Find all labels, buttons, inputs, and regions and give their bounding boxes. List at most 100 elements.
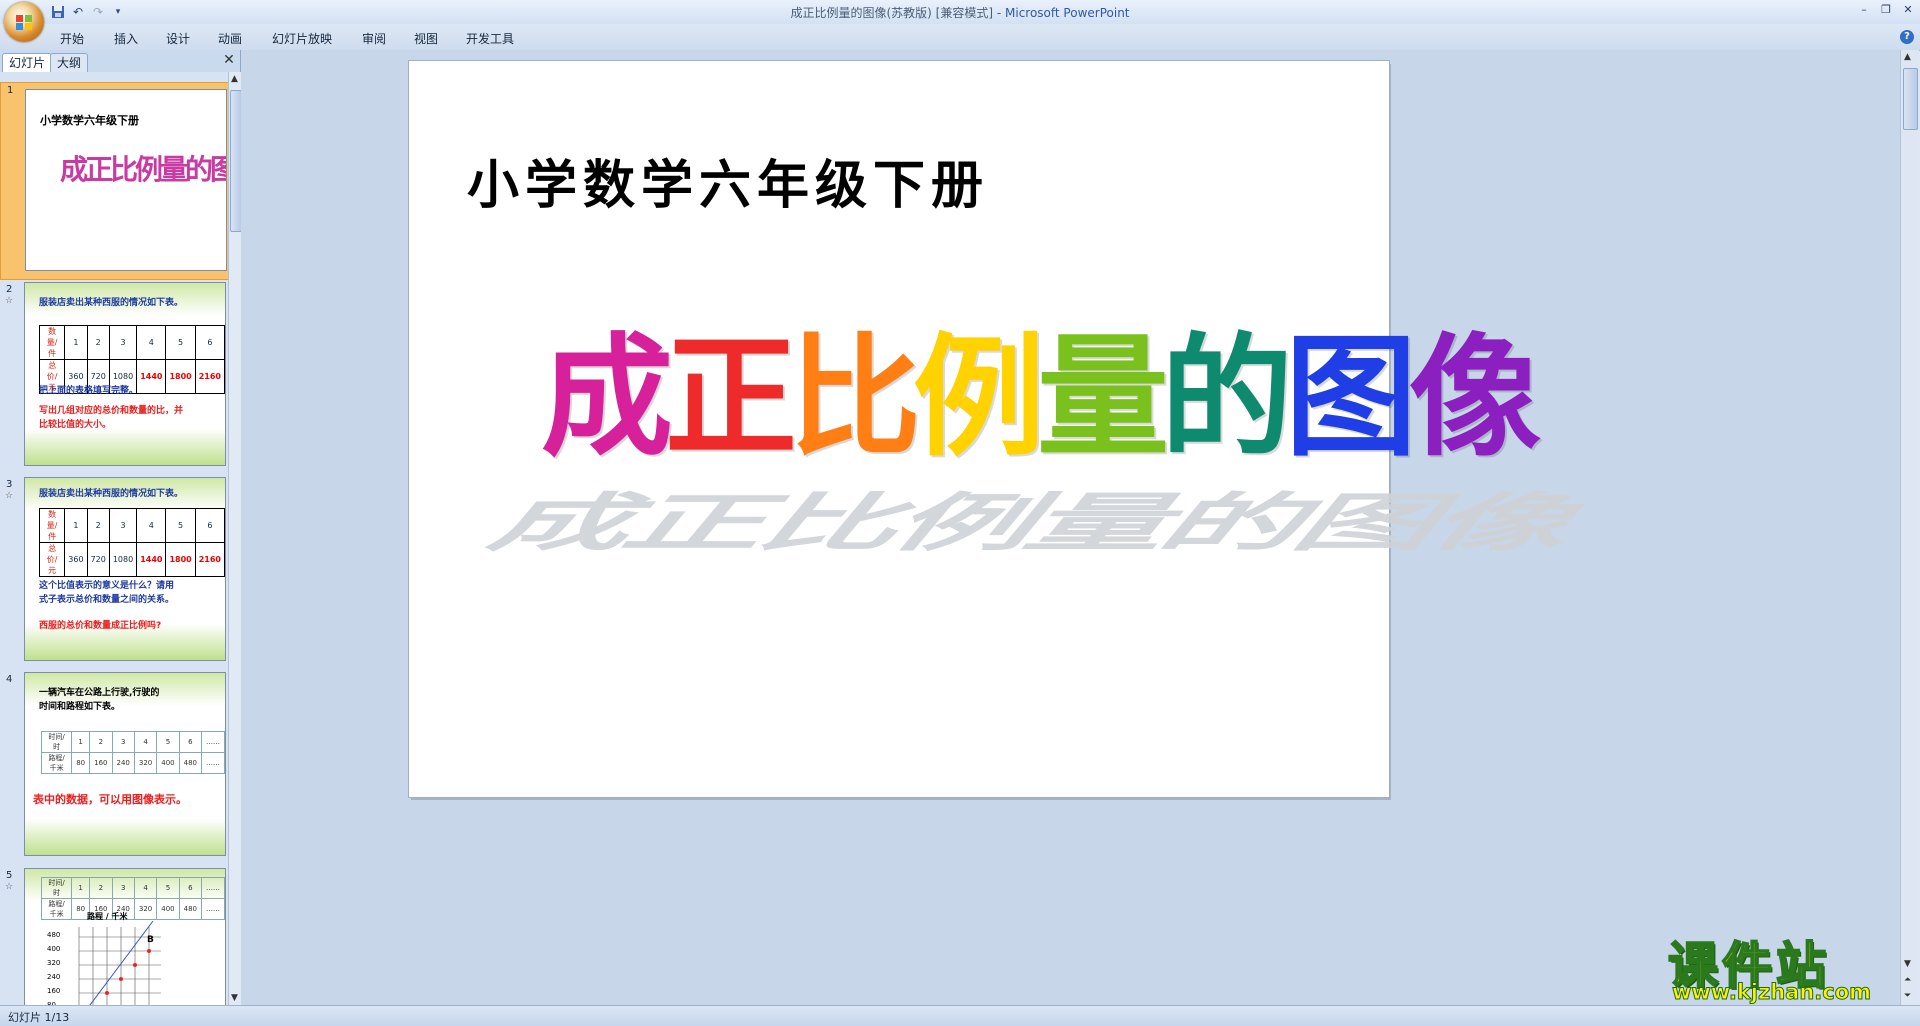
window-controls: – ❐ ✕ xyxy=(1856,2,1916,18)
pane-tabs: 幻灯片 大纲 ✕ xyxy=(0,50,240,72)
thumbnail-number: 1 xyxy=(7,85,14,96)
ribbon-tabs: 开始 插入 设计 动画 幻灯片放映 审阅 视图 开发工具 xyxy=(0,24,1920,51)
thumbnail-row-5[interactable]: 5 ☆ 时间/时 1 2 3 4 5 6 …… 路程/千米 80 160 240… xyxy=(0,868,228,1005)
table-cell: 2 xyxy=(86,508,110,543)
close-icon[interactable]: ✕ xyxy=(1900,2,1916,18)
thumb-subtitle: 小学数学六年级下册 xyxy=(40,114,139,127)
table-cell: 1080 xyxy=(108,542,138,577)
watermark-url: www.kjzhan.com xyxy=(1671,980,1872,1005)
thumbnail-slide-4[interactable]: 一辆汽车在公路上行驶,行驶的 时间和路程如下表。 时间/时 1 2 3 4 5 … xyxy=(24,672,226,856)
thumbnail-scrollbar[interactable]: ▲ ▼ xyxy=(228,72,242,1005)
thumb-text: 式子表示总价和数量之间的关系。 xyxy=(39,595,175,605)
tab-design[interactable]: 设计 xyxy=(166,30,190,47)
table-cell: 2160 xyxy=(194,359,225,394)
table-cell: 1800 xyxy=(165,359,196,394)
tab-home[interactable]: 开始 xyxy=(60,30,84,47)
table-cell: 5 xyxy=(156,877,180,899)
table-cell: 1440 xyxy=(136,542,167,577)
scroll-up-icon[interactable]: ▲ xyxy=(1904,52,1911,62)
thumb-text: 一辆汽车在公路上行驶,行驶的 xyxy=(39,688,160,698)
table-cell: 数量/件 xyxy=(38,325,66,360)
y-tick: 320 xyxy=(47,959,61,967)
table-cell: 1440 xyxy=(136,359,167,394)
watermark-logo: 课件站 www.kjzhan.com xyxy=(1667,926,1900,1005)
table-cell: 1800 xyxy=(165,542,196,577)
tab-slides[interactable]: 幻灯片 xyxy=(2,53,53,72)
slides-pane: 幻灯片 大纲 ✕ 1 小学数学六年级下册 成正比例量的图像 2 ☆ 服装店卖出某… xyxy=(0,50,242,1005)
table-cell: 5 xyxy=(165,325,196,360)
close-pane-icon[interactable]: ✕ xyxy=(222,53,236,67)
restore-icon[interactable]: ❐ xyxy=(1878,2,1894,18)
office-button[interactable] xyxy=(4,2,44,42)
scroll-down-icon[interactable]: ▼ xyxy=(231,993,238,1003)
animation-star-icon: ☆ xyxy=(5,491,14,501)
title-char: 的 xyxy=(1161,320,1293,475)
thumbnail-row-4[interactable]: 4 一辆汽车在公路上行驶,行驶的 时间和路程如下表。 时间/时 1 2 3 4 … xyxy=(0,672,228,862)
table-cell: 数量/件 xyxy=(38,508,66,543)
next-slide-icon[interactable]: ⏷ xyxy=(1904,991,1911,1001)
scroll-thumb[interactable] xyxy=(1903,68,1918,130)
thumbnail-row-1[interactable]: 1 小学数学六年级下册 成正比例量的图像 xyxy=(0,82,228,280)
table-cell: 6 xyxy=(194,508,225,543)
wordart-shadow: 成正比例量的图像 xyxy=(471,486,1606,560)
table-cell: 时间/时 xyxy=(40,877,73,899)
tab-animation[interactable]: 动画 xyxy=(218,30,242,47)
table-cell: 5 xyxy=(165,508,196,543)
slide-counter: 幻灯片 1/13 xyxy=(8,1011,70,1024)
table-cell: 3 xyxy=(108,325,138,360)
table-cell: …… xyxy=(201,731,225,753)
tab-review[interactable]: 审阅 xyxy=(362,30,386,47)
window-title: 成正比例量的图像(苏教版) [兼容模式] - Microsoft PowerPo… xyxy=(790,6,1130,20)
slide-title-wordart[interactable]: 成正比例量的图像 成正比例量的图像 xyxy=(461,291,1606,560)
title-char: 像 xyxy=(1409,320,1541,475)
tab-view[interactable]: 视图 xyxy=(414,30,438,47)
previous-slide-icon[interactable]: ⏶ xyxy=(1904,975,1911,985)
thumb-text: 时间和路程如下表。 xyxy=(39,702,121,712)
thumbnail-number: 4 xyxy=(6,674,13,685)
tab-developer[interactable]: 开发工具 xyxy=(466,30,514,47)
table-cell: 240 xyxy=(111,752,135,774)
tab-insert[interactable]: 插入 xyxy=(114,30,138,47)
tab-slideshow[interactable]: 幻灯片放映 xyxy=(272,30,332,47)
title-char: 例 xyxy=(913,320,1045,475)
thumbnail-number: 5 xyxy=(6,870,13,881)
thumbnail-row-2[interactable]: 2 ☆ 服装店卖出某种西服的情况如下表。 数量/件 1 2 3 4 5 6 总价… xyxy=(0,282,228,472)
y-tick: 400 xyxy=(47,945,61,953)
scroll-up-icon[interactable]: ▲ xyxy=(231,74,238,84)
table-cell: 4 xyxy=(136,508,167,543)
scroll-down-icon[interactable]: ▼ xyxy=(1904,959,1911,969)
table-cell: …… xyxy=(201,752,225,774)
tab-outline[interactable]: 大纲 xyxy=(50,53,89,72)
table-cell: 480 xyxy=(178,898,203,920)
current-slide[interactable]: 小学数学六年级下册 成正比例量的图像 成正比例量的图像 xyxy=(408,60,1606,798)
table-cell: 6 xyxy=(178,877,203,899)
table-cell: 360 xyxy=(64,542,88,577)
thumb-table: 数量/件 1 2 3 4 5 6 总价/元 360 720 1080 1440 xyxy=(38,508,225,577)
thumbnail-slide-5[interactable]: 时间/时 1 2 3 4 5 6 …… 路程/千米 80 160 240 320… xyxy=(24,868,226,1005)
y-tick: 240 xyxy=(47,973,61,981)
table-cell: 2160 xyxy=(194,542,225,577)
thumb-text: 比较比值的大小。 xyxy=(39,420,112,430)
thumbnail-slide-3[interactable]: 服装店卖出某种西服的情况如下表。 数量/件 1 2 3 4 5 6 总价/元 3… xyxy=(24,477,226,661)
thumbnail-slide-2[interactable]: 服装店卖出某种西服的情况如下表。 数量/件 1 2 3 4 5 6 总价/元 3… xyxy=(24,282,226,466)
thumb-text: 这个比值表示的意义是什么？请用 xyxy=(39,581,175,591)
table-cell: 320 xyxy=(133,752,158,774)
table-cell: …… xyxy=(201,877,225,899)
editor-scrollbar[interactable]: ▲ ▼ ⏶ ⏷ xyxy=(1900,50,1919,1005)
table-cell: 400 xyxy=(156,898,180,920)
thumbnail-slide-1[interactable]: 小学数学六年级下册 成正比例量的图像 xyxy=(25,89,227,271)
table-cell: 80 xyxy=(71,752,91,774)
table-cell: 总价/元 xyxy=(38,542,66,577)
table-cell: 2 xyxy=(89,731,113,753)
minimize-icon[interactable]: – xyxy=(1856,2,1872,18)
point-b-label: B xyxy=(147,935,154,945)
thumbnail-number: 3 xyxy=(6,479,13,490)
help-icon[interactable]: ? xyxy=(1900,30,1914,44)
thumb-table: 时间/时 1 2 3 4 5 6 …… 路程/千米 80 160 240 320… xyxy=(40,731,225,774)
thumbnail-row-3[interactable]: 3 ☆ 服装店卖出某种西服的情况如下表。 数量/件 1 2 3 4 5 6 总价… xyxy=(0,477,228,667)
table-cell: 2 xyxy=(89,877,113,899)
thumb-text: 服装店卖出某种西服的情况如下表。 xyxy=(39,298,184,308)
y-tick: 160 xyxy=(47,987,61,995)
thumb-text: 写出几组对应的总价和数量的比，并 xyxy=(39,406,184,416)
slide-subtitle[interactable]: 小学数学六年级下册 xyxy=(467,143,989,218)
